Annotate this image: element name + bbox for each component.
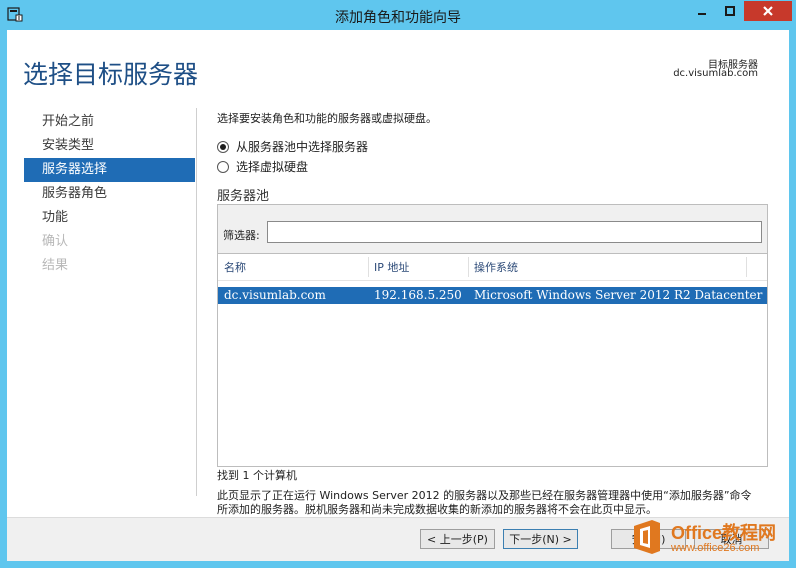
radio-pool-label: 从服务器池中选择服务器 xyxy=(236,140,369,154)
target-server-value: dc.visumlab.com xyxy=(673,68,758,79)
server-pool-label: 服务器池 xyxy=(217,189,270,204)
instruction-text: 选择要安装角色和功能的服务器或虚拟硬盘。 xyxy=(217,112,437,125)
column-separator[interactable] xyxy=(746,257,747,277)
filter-label: 筛选器: xyxy=(223,229,260,242)
maximize-button[interactable] xyxy=(716,1,743,21)
page-title: 选择目标服务器 xyxy=(23,60,199,89)
wizard-window: 添加角色和功能向导 选择目标服务器 目标服务器 dc.visumlab.com … xyxy=(0,0,796,568)
cell-name: dc.visumlab.com xyxy=(224,288,326,302)
cell-os: Microsoft Windows Server 2012 R2 Datacen… xyxy=(474,288,763,302)
watermark-url: www.office26.com xyxy=(671,542,760,554)
wizard-content: 选择目标服务器 目标服务器 dc.visumlab.com 开始之前 安装类型 … xyxy=(7,30,789,561)
maximize-icon xyxy=(724,6,735,16)
radio-selected-dot xyxy=(220,143,226,150)
nav-item-server-roles[interactable]: 服务器角色 xyxy=(24,182,195,206)
radio-button-pool[interactable] xyxy=(217,140,229,153)
found-count-text: 找到 1 个计算机 xyxy=(217,469,297,482)
nav-item-server-selection[interactable]: 服务器选择 xyxy=(24,158,195,182)
nav-item-confirmation: 确认 xyxy=(42,234,69,249)
column-header-ip[interactable]: IP 地址 xyxy=(368,254,409,281)
minimize-button[interactable] xyxy=(688,1,715,21)
description-text: 此页显示了正在运行 Windows Server 2012 的服务器以及那些已经… xyxy=(217,489,752,516)
nav-item-before-you-begin[interactable]: 开始之前 xyxy=(24,110,195,134)
next-button[interactable]: 下一步(N) > xyxy=(503,529,578,549)
server-pool-table: 名称 IP 地址 操作系统 dc.visumlab.com 192.168.5.… xyxy=(217,254,768,467)
minimize-icon xyxy=(697,13,706,15)
radio-button-vhd[interactable] xyxy=(217,160,229,173)
table-row[interactable]: dc.visumlab.com 192.168.5.250 Microsoft … xyxy=(218,287,767,304)
window-title: 添加角色和功能向导 xyxy=(335,10,461,26)
nav-item-installation-type[interactable]: 安装类型 xyxy=(24,134,195,158)
radio-option-pool[interactable]: 从服务器池中选择服务器 xyxy=(217,138,368,155)
title-bar[interactable]: 添加角色和功能向导 xyxy=(0,0,796,30)
table-header: 名称 IP 地址 操作系统 xyxy=(218,254,767,281)
close-icon xyxy=(763,6,773,16)
radio-vhd-label: 选择虚拟硬盘 xyxy=(236,160,309,174)
close-button[interactable] xyxy=(744,1,792,21)
office-logo-icon xyxy=(634,520,660,554)
nav-divider xyxy=(196,108,197,496)
previous-button[interactable]: < 上一步(P) xyxy=(420,529,495,549)
column-header-os[interactable]: 操作系统 xyxy=(468,254,518,281)
nav-item-features[interactable]: 功能 xyxy=(24,206,195,230)
cell-ip: 192.168.5.250 xyxy=(374,288,462,302)
watermark: Office教程网 www.office26.com xyxy=(630,515,793,562)
wizard-nav: 开始之前 安装类型 服务器选择 服务器角色 功能 确认 结果 xyxy=(24,110,195,278)
filter-input[interactable] xyxy=(267,221,762,243)
filter-bar: 筛选器: xyxy=(217,204,768,254)
radio-option-vhd[interactable]: 选择虚拟硬盘 xyxy=(217,158,308,175)
column-header-name[interactable]: 名称 xyxy=(218,254,246,281)
nav-item-results: 结果 xyxy=(42,258,69,273)
